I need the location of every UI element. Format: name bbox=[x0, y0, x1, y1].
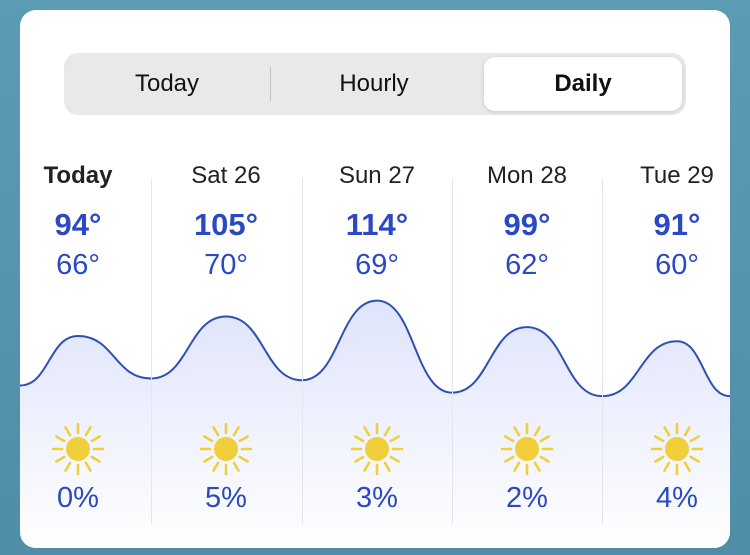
high-temp: 114° bbox=[345, 207, 409, 242]
forecast-day-mon[interactable]: Mon 28 99° 62° 2% bbox=[452, 160, 602, 540]
day-label: Sun 27 bbox=[338, 162, 416, 189]
day-label: Today bbox=[43, 162, 113, 189]
forecast-day-sun[interactable]: Sun 27 114° 69° 3% bbox=[302, 160, 452, 540]
forecast-day-today[interactable]: Today 94° 66° 0% bbox=[20, 160, 153, 540]
high-temp: 99° bbox=[503, 207, 551, 242]
low-temp: 69° bbox=[355, 249, 399, 281]
day-label: Sat 26 bbox=[191, 162, 261, 189]
precip-chance: 2% bbox=[506, 482, 548, 514]
low-temp: 66° bbox=[56, 249, 100, 281]
sun-icon bbox=[350, 422, 404, 476]
sun-icon bbox=[51, 422, 105, 476]
low-temp: 60° bbox=[655, 249, 699, 281]
sun-icon bbox=[199, 422, 253, 476]
precip-chance: 4% bbox=[656, 482, 698, 514]
precip-chance: 5% bbox=[205, 482, 247, 514]
high-temp: 91° bbox=[653, 207, 701, 242]
sun-icon bbox=[650, 422, 704, 476]
high-temp: 105° bbox=[193, 207, 259, 242]
weather-card: Today Hourly Daily Today 94° 66° 0% Sat … bbox=[20, 10, 730, 548]
precip-chance: 0% bbox=[57, 482, 99, 514]
precip-chance: 3% bbox=[356, 482, 398, 514]
high-temp: 94° bbox=[54, 207, 102, 242]
forecast-day-sat[interactable]: Sat 26 105° 70° 5% bbox=[151, 160, 301, 540]
day-label: Mon 28 bbox=[486, 162, 568, 189]
low-temp: 62° bbox=[505, 249, 549, 281]
sun-icon bbox=[500, 422, 554, 476]
day-label: Tue 29 bbox=[640, 162, 714, 189]
forecast-day-tue[interactable]: Tue 29 91° 60° 4% bbox=[602, 160, 730, 540]
low-temp: 70° bbox=[204, 249, 248, 281]
